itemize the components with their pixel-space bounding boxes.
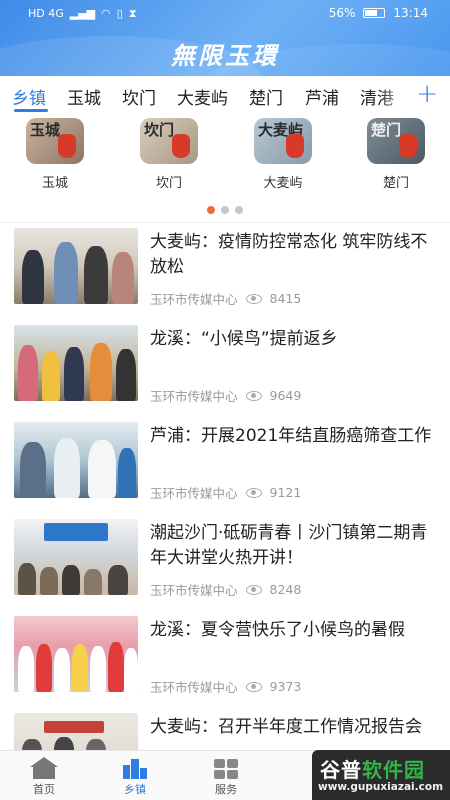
news-meta: 玉环市传媒中心 8248: [150, 580, 301, 599]
news-title: 芦浦：开展2021年结直肠癌筛查工作: [150, 426, 432, 446]
nav-label: 乡镇: [124, 783, 146, 796]
eye-icon: [245, 584, 262, 595]
eye-icon: [245, 293, 262, 304]
news-thumbnail: [14, 616, 138, 692]
app-header: HD 4G ▂▄▆ ◠ ▯ ⧗ 56% 13:14 無限玉環: [0, 0, 450, 76]
news-title: 龙溪：夏令营快乐了小候鸟的暑假: [150, 620, 405, 640]
news-thumbnail: [14, 228, 138, 304]
town-item-kanmen[interactable]: 坎门 坎门: [139, 118, 199, 191]
site-watermark: 谷普软件园 www.gupuxiazai.com: [312, 750, 450, 800]
nav-services[interactable]: 服务: [196, 757, 256, 797]
list-item[interactable]: 龙溪：“小候鸟”提前返乡 玉环市传媒中心 9649: [0, 325, 450, 422]
divider: [0, 222, 450, 223]
home-icon: [30, 757, 58, 779]
tabs-fade: [380, 76, 410, 114]
tab-chumen[interactable]: 楚门: [249, 84, 283, 109]
tab-kanmen[interactable]: 坎门: [122, 84, 156, 109]
signal-icon: HD 4G: [28, 7, 64, 20]
nav-township[interactable]: 乡镇: [105, 757, 165, 797]
list-item[interactable]: 大麦屿：召开半年度工作情况报告会: [0, 713, 450, 750]
view-count: 8415: [269, 291, 302, 306]
channel-tabs: 乡镇 玉城 坎门 大麦屿 楚门 芦浦 清港 +: [0, 76, 450, 114]
tab-township[interactable]: 乡镇: [12, 84, 46, 109]
view-count: 9121: [269, 485, 302, 500]
news-title: 龙溪：“小候鸟”提前返乡: [150, 329, 338, 349]
view-count: 9373: [269, 679, 302, 694]
news-meta: 玉环市传媒中心 9373: [150, 677, 301, 696]
clock: 13:14: [393, 6, 428, 20]
town-icon: [121, 757, 149, 779]
tab-lupu[interactable]: 芦浦: [305, 84, 339, 109]
carousel-dot: [221, 206, 229, 214]
news-list: 大麦屿：疫情防控常态化 筑牢防线不放松 玉环市传媒中心 8415 龙溪：“小候鸟…: [0, 228, 450, 750]
vibrate-icon: ▯: [116, 7, 123, 20]
watermark-logo: 谷普软件园: [320, 758, 425, 782]
list-item[interactable]: 龙溪：夏令营快乐了小候鸟的暑假 玉环市传媒中心 9373: [0, 616, 450, 713]
town-item-damaiyu[interactable]: 大麦屿 大麦屿: [253, 118, 313, 191]
news-thumbnail: [14, 325, 138, 401]
hourglass-icon: ⧗: [128, 7, 137, 20]
town-thumbnail: 玉城: [26, 118, 84, 164]
carousel-dot: [235, 206, 243, 214]
eye-icon: [245, 681, 262, 692]
bottom-navigation: 首页 乡镇 服务 谷普软件园 www.gupuxiazai.com: [0, 750, 450, 800]
battery-percent: 56%: [328, 6, 356, 20]
nav-label: 首页: [33, 783, 55, 796]
tab-damaiyu[interactable]: 大麦屿: [177, 84, 228, 109]
news-source: 玉环市传媒中心: [150, 486, 238, 501]
town-label: 大麦屿: [263, 176, 303, 191]
town-label: 楚门: [382, 176, 409, 191]
town-thumbnail: 坎门: [140, 118, 198, 164]
carousel-indicator: [0, 206, 450, 214]
list-item[interactable]: 芦浦：开展2021年结直肠癌筛查工作 玉环市传媒中心 9121: [0, 422, 450, 519]
status-bar: HD 4G ▂▄▆ ◠ ▯ ⧗ 56% 13:14: [0, 6, 450, 24]
plus-icon[interactable]: +: [416, 79, 438, 109]
town-label: 玉城: [41, 176, 68, 191]
news-title: 潮起沙门·砥砺青春丨沙门镇第二期青年大讲堂火热开讲！: [150, 523, 428, 568]
town-item-yucheng[interactable]: 玉城 玉城: [25, 118, 85, 191]
watermark-url: www.gupuxiazai.com: [318, 781, 444, 793]
carousel-dot-active: [207, 206, 215, 214]
news-thumbnail: [14, 713, 138, 750]
eye-icon: [245, 487, 262, 498]
news-title: 大麦屿：召开半年度工作情况报告会: [150, 717, 422, 737]
news-meta: 玉环市传媒中心 9121: [150, 483, 301, 502]
view-count: 8248: [269, 582, 302, 597]
wifi-icon: ◠: [101, 7, 111, 20]
news-thumbnail: [14, 519, 138, 595]
news-source: 玉环市传媒中心: [150, 389, 238, 404]
eye-icon: [245, 390, 262, 401]
active-tab-indicator: [14, 109, 48, 112]
signal-bars-icon: ▂▄▆: [69, 7, 96, 20]
view-count: 9649: [269, 388, 302, 403]
news-thumbnail: [14, 422, 138, 498]
town-thumbnail: 楚门: [367, 118, 425, 164]
news-meta: 玉环市传媒中心 9649: [150, 386, 301, 405]
news-source: 玉环市传媒中心: [150, 292, 238, 307]
news-meta: 玉环市传媒中心 8415: [150, 289, 301, 308]
town-item-chumen[interactable]: 楚门 楚门: [366, 118, 426, 191]
news-source: 玉环市传媒中心: [150, 680, 238, 695]
town-label: 坎门: [155, 176, 182, 191]
news-source: 玉环市传媒中心: [150, 583, 238, 598]
nav-home[interactable]: 首页: [14, 757, 74, 797]
nav-label: 服务: [215, 783, 237, 796]
app-title: 無限玉環: [171, 41, 279, 70]
list-item[interactable]: 潮起沙门·砥砺青春丨沙门镇第二期青年大讲堂火热开讲！ 玉环市传媒中心 8248: [0, 519, 450, 616]
town-shortcuts: 玉城 玉城 坎门 坎门 大麦屿 大麦屿 楚门 楚门: [0, 116, 450, 196]
town-thumbnail: 大麦屿: [254, 118, 312, 164]
news-title: 大麦屿：疫情防控常态化 筑牢防线不放松: [150, 232, 428, 277]
battery-icon: [363, 8, 386, 18]
grid-icon: [212, 757, 240, 779]
tab-yucheng[interactable]: 玉城: [67, 84, 101, 109]
list-item[interactable]: 大麦屿：疫情防控常态化 筑牢防线不放松 玉环市传媒中心 8415: [0, 228, 450, 325]
